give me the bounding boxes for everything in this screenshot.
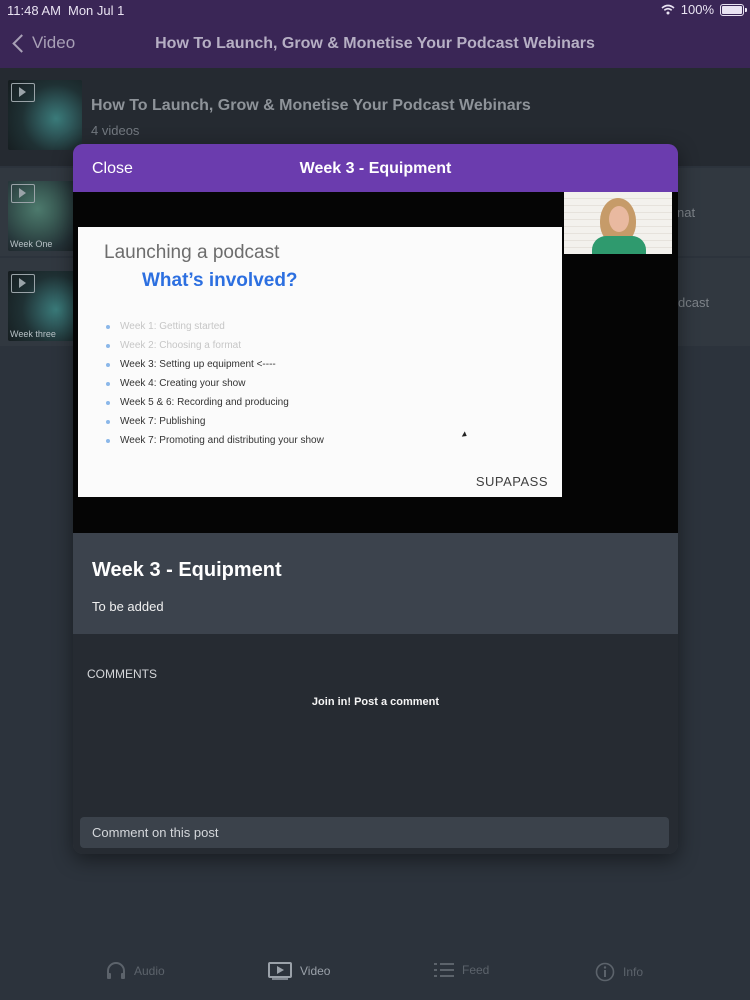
- tab-label: Feed: [462, 963, 490, 977]
- slide-list-text: Week 7: Publishing: [120, 416, 206, 427]
- slide-list-text: Week 5 & 6: Recording and producing: [120, 397, 289, 408]
- list-icon: [434, 963, 454, 977]
- bullet-icon: [106, 343, 110, 348]
- playlist-title: How To Launch, Grow & Monetise Your Podc…: [91, 97, 531, 114]
- status-date: Mon Jul 1: [68, 3, 125, 18]
- comments-section: COMMENTS Join in! Post a comment: [73, 634, 678, 854]
- presenter-webcam: [564, 192, 672, 254]
- bullet-icon: [106, 381, 110, 386]
- bullet-icon: [106, 400, 110, 405]
- presentation-slide: Launching a podcast What’s involved? Wee…: [78, 227, 562, 497]
- thumbnail-caption: Week One: [10, 239, 53, 249]
- list-item-title: dcast: [678, 295, 710, 310]
- video-thumbnail[interactable]: Week One: [8, 181, 82, 251]
- tab-label: Info: [623, 965, 644, 979]
- video-modal: Close Week 3 - Equipment Launching a pod…: [73, 144, 678, 854]
- tab-label: Audio: [134, 964, 165, 978]
- slide-list-item: Week 7: Promoting and distributing your …: [106, 431, 324, 450]
- film-icon: [11, 274, 35, 293]
- video-thumbnail[interactable]: Week three: [8, 271, 82, 341]
- presenter-face: [609, 206, 629, 232]
- comments-empty-prompt: Join in! Post a comment: [311, 696, 440, 708]
- cursor-icon: [461, 431, 469, 439]
- tab-info[interactable]: Info: [595, 962, 643, 982]
- status-bar: 11:48 AM Mon Jul 1 100%: [0, 0, 750, 20]
- slide-subtitle: What’s involved?: [142, 270, 298, 291]
- tab-label: Video: [300, 964, 331, 978]
- bullet-icon: [106, 362, 110, 367]
- film-icon: [11, 184, 35, 203]
- playlist-count: 4 videos: [91, 123, 140, 138]
- top-bar: 11:48 AM Mon Jul 1 100% Video How To Lau…: [0, 0, 750, 68]
- bullet-icon: [106, 438, 110, 443]
- headphones-icon: [107, 962, 125, 979]
- video-info: Week 3 - Equipment To be added: [73, 533, 678, 634]
- bullet-icon: [106, 324, 110, 329]
- slide-list-item: Week 1: Getting started: [106, 317, 324, 336]
- modal-header: Close Week 3 - Equipment: [73, 144, 678, 192]
- slide-list-item: Week 2: Choosing a format: [106, 336, 324, 355]
- list-item-title: nat: [677, 205, 696, 220]
- tab-video[interactable]: Video: [268, 962, 330, 980]
- modal-title: Week 3 - Equipment: [299, 160, 452, 177]
- presenter-shirt: [592, 236, 646, 254]
- film-icon: [11, 83, 35, 102]
- video-title: Week 3 - Equipment: [92, 559, 282, 581]
- status-right: 100%: [661, 2, 747, 17]
- info-icon: [595, 962, 615, 982]
- slide-list-item: Week 3: Setting up equipment <----: [106, 355, 324, 374]
- slide-list-text: Week 7: Promoting and distributing your …: [120, 435, 324, 446]
- page-title: How To Launch, Grow & Monetise Your Podc…: [155, 35, 595, 52]
- video-player[interactable]: Launching a podcast What’s involved? Wee…: [73, 192, 678, 533]
- slide-list: Week 1: Getting started Week 2: Choosing…: [106, 317, 324, 450]
- comment-input[interactable]: [80, 817, 669, 848]
- tab-feed[interactable]: Feed: [434, 962, 489, 978]
- slide-logo: SUPAPASS: [475, 474, 548, 489]
- video-icon: [268, 962, 292, 980]
- slide-title: Launching a podcast: [104, 242, 280, 263]
- battery-percent: 100%: [680, 2, 714, 17]
- comments-heading: COMMENTS: [87, 667, 157, 681]
- slide-list-text: Week 1: Getting started: [120, 321, 225, 332]
- status-time: 11:48 AM: [7, 3, 61, 18]
- thumbnail-caption: Week three: [10, 329, 56, 339]
- slide-list-item: Week 4: Creating your show: [106, 374, 324, 393]
- slide-list-text: Week 2: Choosing a format: [120, 340, 241, 351]
- slide-list-text: Week 4: Creating your show: [120, 378, 246, 389]
- bullet-icon: [106, 419, 110, 424]
- wifi-icon: [661, 4, 675, 15]
- video-description: To be added: [92, 599, 164, 614]
- tab-audio[interactable]: Audio: [106, 962, 165, 980]
- slide-list-item: Week 7: Publishing: [106, 412, 324, 431]
- slide-list-item: Week 5 & 6: Recording and producing: [106, 393, 324, 412]
- battery-icon: [720, 3, 747, 16]
- playlist-thumbnail[interactable]: [8, 80, 82, 150]
- slide-list-text: Week 3: Setting up equipment <----: [120, 359, 276, 370]
